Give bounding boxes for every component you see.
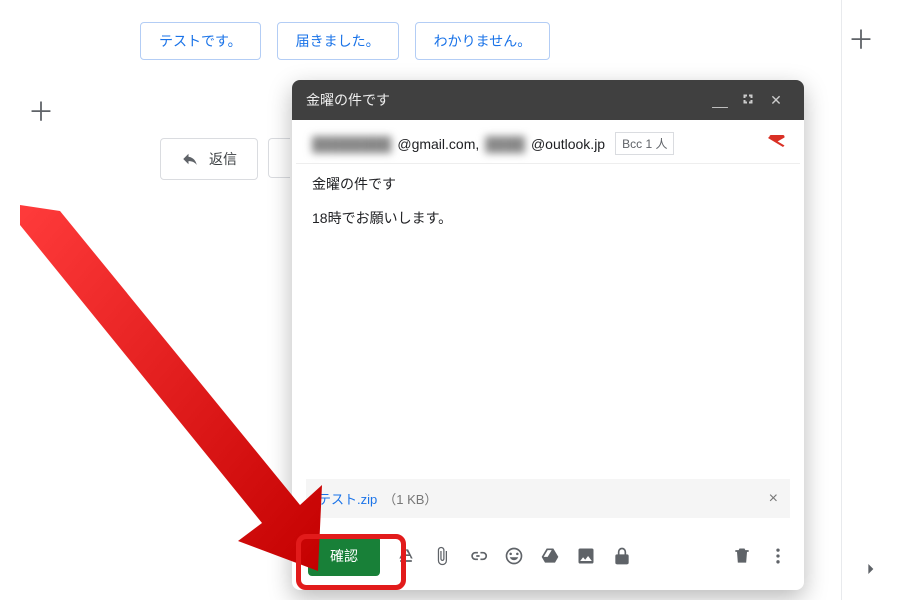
smart-reply-chip[interactable]: わかりません。 xyxy=(415,22,551,60)
send-button[interactable]: 確認 xyxy=(308,536,380,576)
reply-button[interactable]: 返信 xyxy=(160,138,258,180)
smart-reply-chip[interactable]: 届きました。 xyxy=(277,22,399,60)
message-body[interactable]: 18時でお願いします。 xyxy=(296,204,800,479)
drive-icon[interactable] xyxy=(540,546,560,566)
minimize-icon[interactable]: __ xyxy=(706,92,734,108)
image-icon[interactable] xyxy=(576,546,596,566)
discard-icon[interactable] xyxy=(732,546,752,566)
recipient-redacted: ████████ xyxy=(312,136,391,152)
side-panel-divider xyxy=(841,0,842,600)
confidential-icon[interactable] xyxy=(612,546,632,566)
attachment-size: （1 KB） xyxy=(383,489,437,508)
attach-icon[interactable] xyxy=(432,546,452,566)
more-icon[interactable] xyxy=(768,546,788,566)
add-panel-icon[interactable]: ＋ xyxy=(848,20,874,57)
collapse-panel-icon[interactable] xyxy=(860,559,880,584)
recipient-domain: @gmail.com, xyxy=(397,136,479,152)
close-icon[interactable]: ✕ xyxy=(762,92,790,109)
attachment-name: テスト.zip xyxy=(318,489,377,508)
fullscreen-icon[interactable] xyxy=(734,92,762,108)
body-line: 18時でお願いします。 xyxy=(312,208,784,228)
recipient-domain: @outlook.jp xyxy=(531,136,605,152)
formatting-icon[interactable] xyxy=(396,546,416,566)
confidential-off-icon[interactable] xyxy=(768,132,786,153)
compose-titlebar[interactable]: 金曜の件です __ ✕ xyxy=(292,80,804,120)
forward-button-fragment xyxy=(268,138,290,178)
reply-label: 返信 xyxy=(209,149,237,169)
bcc-chip[interactable]: Bcc 1 人 xyxy=(615,132,674,155)
attachment-chip[interactable]: テスト.zip （1 KB） × xyxy=(306,479,790,518)
compose-window: 金曜の件です __ ✕ ████████ @gmail.com, ████ @o… xyxy=(292,80,804,590)
smart-reply-chip[interactable]: テストです。 xyxy=(140,22,261,60)
recipients-row[interactable]: ████████ @gmail.com, ████ @outlook.jp Bc… xyxy=(296,120,800,164)
compose-toolbar: 確認 xyxy=(292,526,804,590)
recipient-redacted: ████ xyxy=(485,136,525,152)
compose-title-text: 金曜の件です xyxy=(306,90,390,110)
emoji-icon[interactable] xyxy=(504,546,524,566)
link-icon[interactable] xyxy=(468,546,488,566)
reply-icon xyxy=(181,150,199,168)
subject-field[interactable]: 金曜の件です xyxy=(296,164,800,204)
add-label-icon[interactable]: ＋ xyxy=(28,92,54,129)
remove-attachment-icon[interactable]: × xyxy=(769,490,778,508)
